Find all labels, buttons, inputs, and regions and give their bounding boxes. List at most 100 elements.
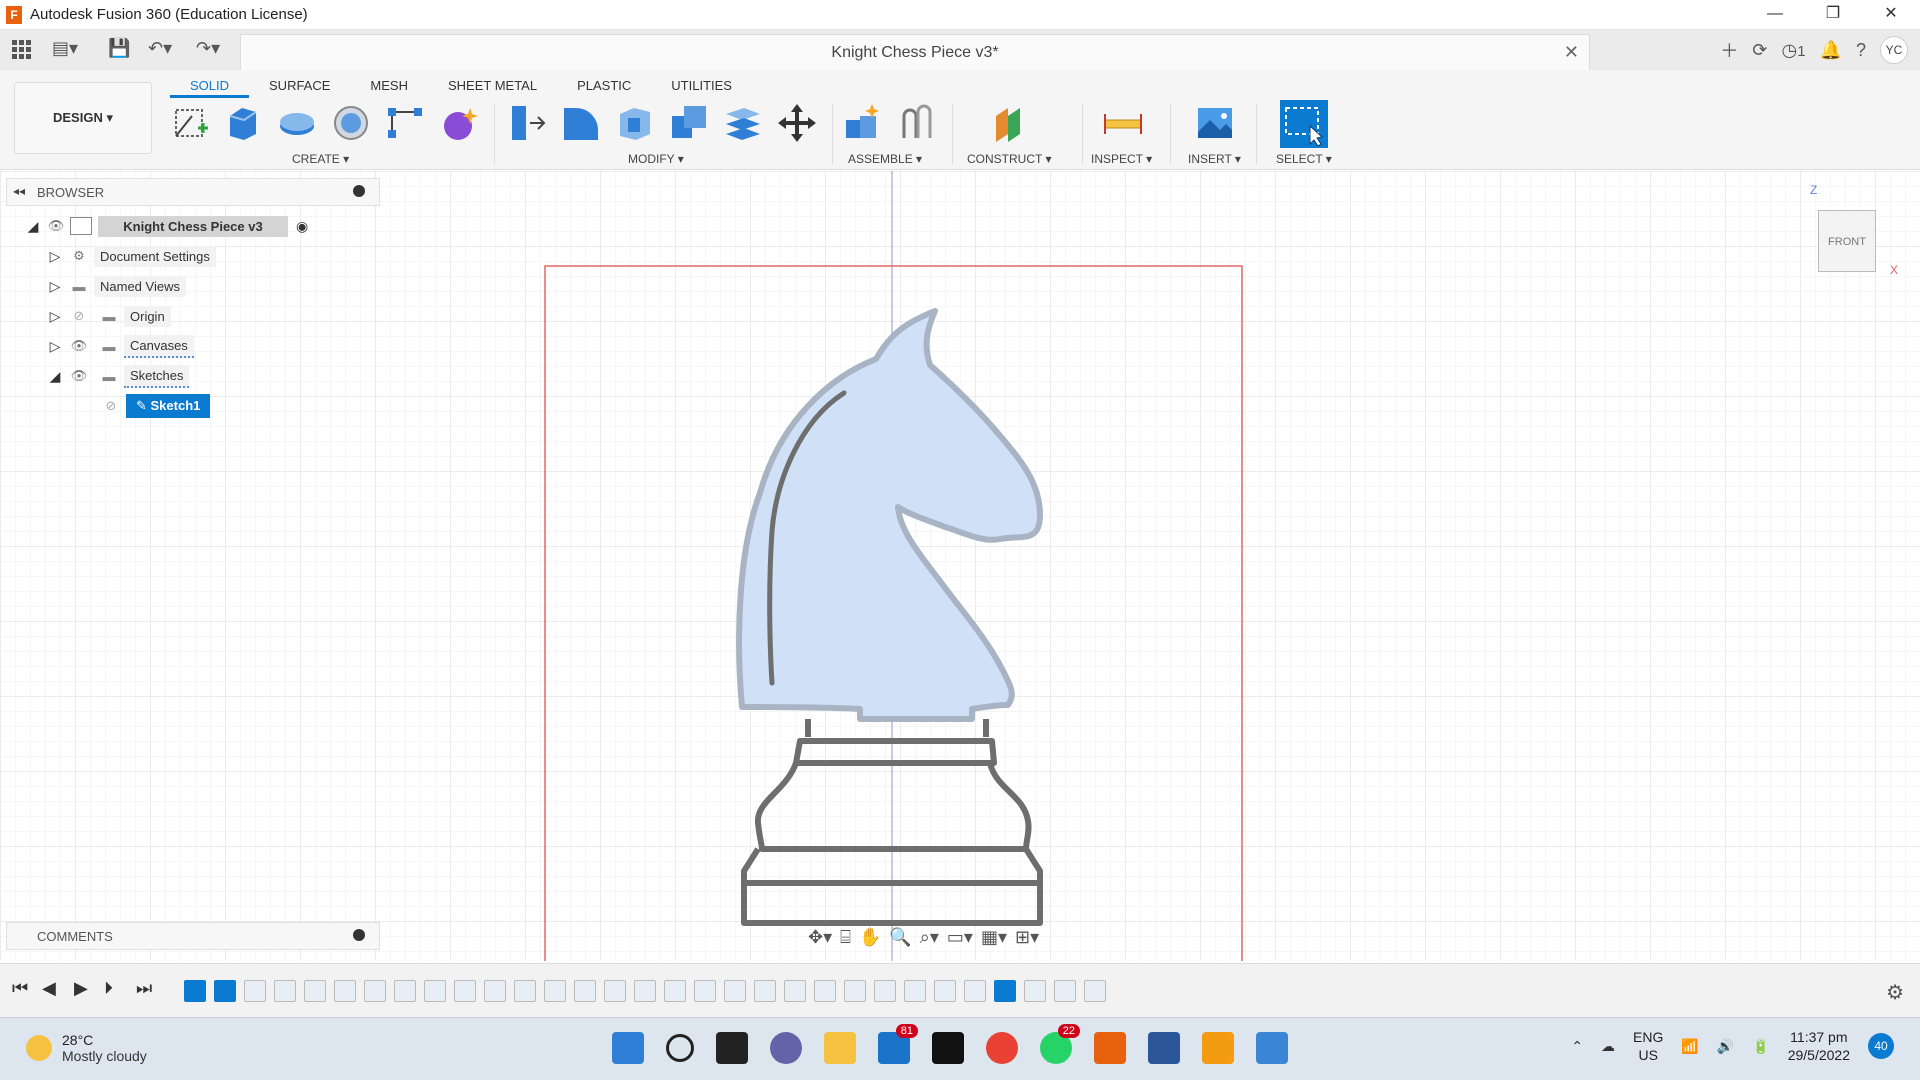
display-settings-icon[interactable]: ▭▾ [947,927,973,948]
new-tab-icon[interactable]: ＋ [1720,37,1738,63]
mail-icon[interactable]: 81 [878,1024,918,1064]
viewports-icon[interactable]: ⊞▾ [1015,927,1039,948]
play-icon[interactable]: ▶ [74,978,88,999]
clock[interactable]: 11:37 pm 29/5/2022 [1788,1028,1850,1064]
timeline-feature[interactable] [934,980,956,1002]
offset-plane-icon[interactable] [990,102,1032,144]
select-icon[interactable] [1280,100,1328,148]
collapse-browser-icon[interactable]: ◂◂ [13,184,25,198]
teams-chat-icon[interactable] [770,1032,802,1064]
expand-arrow-icon[interactable]: ▷ [46,278,64,295]
undo-icon[interactable]: ↶▾ [148,38,172,60]
photos-icon[interactable] [1256,1032,1288,1064]
timeline-feature[interactable] [784,980,806,1002]
help-icon[interactable]: ? [1856,40,1866,61]
select-group-label[interactable]: SELECT ▾ [1276,152,1332,166]
tab-utilities[interactable]: UTILITIES [651,74,752,98]
insert-image-icon[interactable] [1194,102,1236,144]
notifications-bell-icon[interactable]: 🔔 [1820,40,1842,61]
expand-arrow-icon[interactable]: ▷ [46,308,64,325]
volume-icon[interactable]: 🔊 [1717,1038,1734,1055]
comments-panel-header[interactable]: COMMENTS [6,922,380,950]
step-back-icon[interactable]: ◀ [42,978,56,999]
fillet-icon[interactable] [560,102,602,144]
tree-item-named-views[interactable]: ▷ ▬ Named Views [46,273,186,299]
hidden-eye-icon[interactable]: ⊘ [64,308,94,324]
timeline-feature[interactable] [1084,980,1106,1002]
sweep-icon[interactable] [330,102,372,144]
timeline-feature[interactable] [544,980,566,1002]
timeline-feature[interactable] [634,980,656,1002]
revolve-icon[interactable] [276,102,318,144]
measure-icon[interactable] [1102,102,1144,144]
tab-mesh[interactable]: MESH [350,74,428,98]
timeline-feature[interactable] [664,980,686,1002]
tree-item-document-settings[interactable]: ▷ ⚙ Document Settings [46,243,216,269]
expand-arrow-icon[interactable]: ▷ [46,338,64,355]
collapse-arrow-icon[interactable]: ◢ [24,218,42,235]
apps-grid-icon[interactable] [10,38,32,60]
user-avatar[interactable]: YC [1880,36,1908,64]
timeline-feature[interactable] [874,980,896,1002]
pattern-icon[interactable] [384,102,426,144]
sublime-icon[interactable] [1202,1032,1234,1064]
tree-item-sketches[interactable]: ◢ 👁 ▬ Sketches [46,363,190,389]
extrude-icon[interactable] [222,102,264,144]
assemble-group-label[interactable]: ASSEMBLE ▾ [848,152,922,166]
add-comment-icon[interactable] [353,929,365,941]
tree-item-canvases[interactable]: ▷ 👁 ▬ Canvases [46,333,194,359]
tree-item-origin[interactable]: ▷ ⊘ ▬ Origin [46,303,171,329]
combine-icon[interactable] [668,102,710,144]
design-canvas[interactable]: Z X [0,171,1920,961]
timeline-feature[interactable] [604,980,626,1002]
redo-icon[interactable]: ↷▾ [196,38,220,60]
fit-icon[interactable]: ⌕▾ [920,927,939,948]
timeline-feature[interactable] [484,980,506,1002]
visibility-eye-icon[interactable]: 👁 [64,338,94,354]
save-icon[interactable]: 💾 [108,38,130,60]
timeline-feature[interactable] [844,980,866,1002]
timeline-feature[interactable] [394,980,416,1002]
show-hidden-icons-icon[interactable]: ⌃ [1571,1038,1583,1055]
notification-center-badge[interactable]: 40 [1868,1033,1894,1059]
timeline-feature[interactable] [964,980,986,1002]
press-pull-icon[interactable] [506,102,548,144]
timeline-feature[interactable] [454,980,476,1002]
grid-settings-icon[interactable]: ▦▾ [981,927,1007,948]
task-view-icon[interactable] [716,1032,748,1064]
tab-solid[interactable]: SOLID [170,74,250,98]
timeline-feature[interactable] [994,980,1016,1002]
close-document-icon[interactable]: ✕ [1564,42,1579,63]
chrome-icon[interactable] [986,1032,1018,1064]
timeline-settings-gear-icon[interactable]: ⚙ [1886,980,1904,1005]
timeline-feature[interactable] [274,980,296,1002]
browser-minimize-icon[interactable] [353,185,365,197]
document-tab[interactable]: Knight Chess Piece v3* ✕ [240,34,1590,70]
timeline-feature[interactable] [214,980,236,1002]
timeline-feature[interactable] [754,980,776,1002]
look-at-icon[interactable]: ⌸ [840,927,851,948]
tab-sheet-metal[interactable]: SHEET METAL [428,74,557,98]
collapse-arrow-icon[interactable]: ◢ [46,368,64,385]
file-menu-icon[interactable]: ▤▾ [52,38,78,60]
create-form-icon[interactable] [438,102,480,144]
viewcube-front-face[interactable]: FRONT [1818,210,1876,272]
timeline-feature[interactable] [424,980,446,1002]
whatsapp-icon[interactable]: 22 [1040,1024,1080,1064]
restore-button[interactable]: ❐ [1804,0,1862,30]
activate-radio-icon[interactable]: ◉ [296,218,308,235]
shell-icon[interactable] [614,102,656,144]
workspace-switcher[interactable]: DESIGN ▾ [14,82,152,154]
construct-group-label[interactable]: CONSTRUCT ▾ [967,152,1051,166]
battery-icon[interactable]: 🔋 [1752,1038,1769,1055]
move-copy-icon[interactable] [776,102,818,144]
fusion-360-icon[interactable] [1094,1032,1126,1064]
zoom-icon[interactable]: 🔍 [889,927,911,948]
go-to-end-icon[interactable]: ⏭ [136,978,152,999]
orbit-icon[interactable]: ✥▾ [808,927,832,948]
onedrive-icon[interactable]: ☁ [1601,1038,1615,1055]
create-group-label[interactable]: CREATE ▾ [292,152,349,166]
visibility-eye-icon[interactable]: 👁 [64,368,94,384]
timeline-feature[interactable] [1054,980,1076,1002]
timeline-feature[interactable] [364,980,386,1002]
